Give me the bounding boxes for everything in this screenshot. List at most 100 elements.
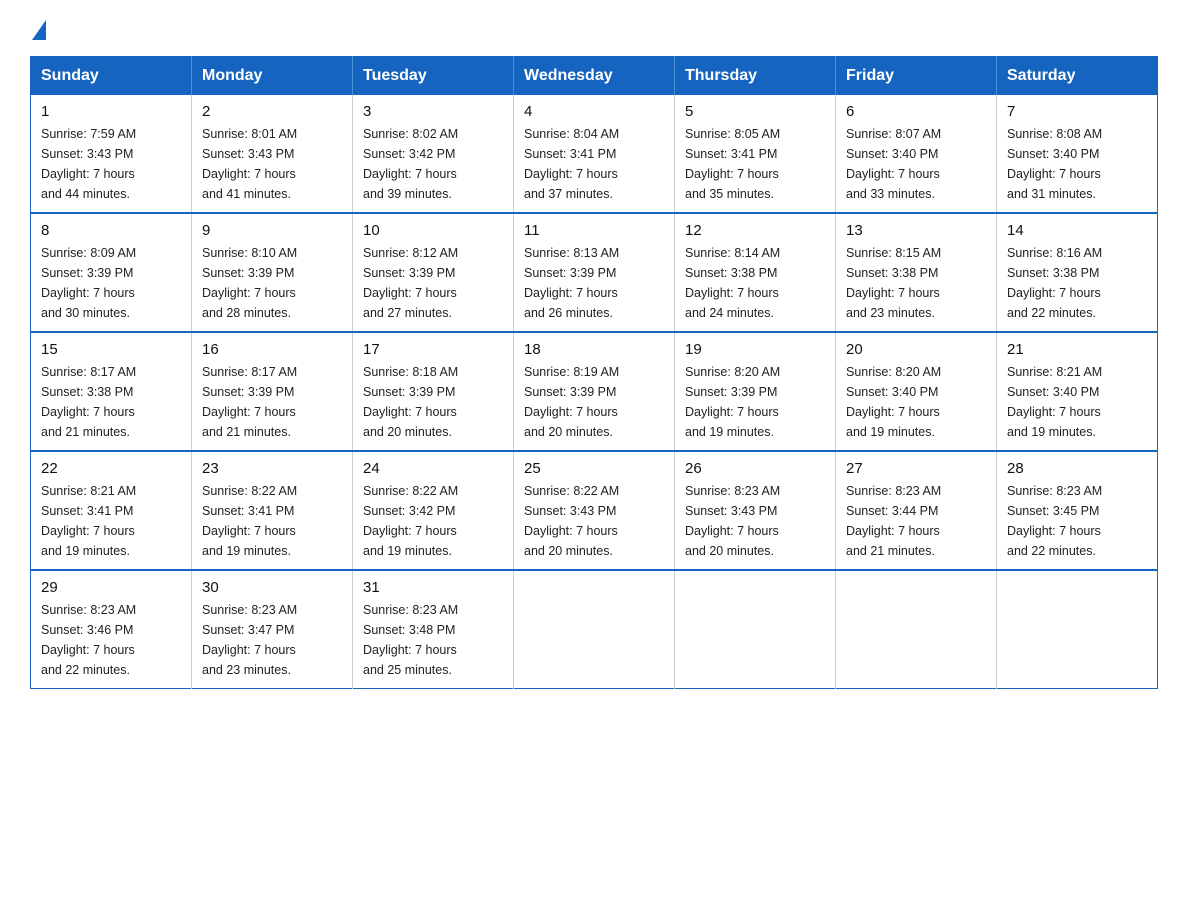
day-info: Sunrise: 8:14 AM Sunset: 3:38 PM Dayligh… [685, 243, 825, 323]
day-info: Sunrise: 8:22 AM Sunset: 3:42 PM Dayligh… [363, 481, 503, 561]
day-info: Sunrise: 8:10 AM Sunset: 3:39 PM Dayligh… [202, 243, 342, 323]
day-info: Sunrise: 8:23 AM Sunset: 3:46 PM Dayligh… [41, 600, 181, 680]
calendar-cell: 15 Sunrise: 8:17 AM Sunset: 3:38 PM Dayl… [31, 332, 192, 451]
day-info: Sunrise: 8:05 AM Sunset: 3:41 PM Dayligh… [685, 124, 825, 204]
day-number: 3 [363, 103, 503, 120]
day-info: Sunrise: 8:17 AM Sunset: 3:39 PM Dayligh… [202, 362, 342, 442]
day-number: 11 [524, 222, 664, 239]
calendar-cell: 19 Sunrise: 8:20 AM Sunset: 3:39 PM Dayl… [675, 332, 836, 451]
day-number: 25 [524, 460, 664, 477]
day-info: Sunrise: 8:07 AM Sunset: 3:40 PM Dayligh… [846, 124, 986, 204]
day-info: Sunrise: 8:22 AM Sunset: 3:41 PM Dayligh… [202, 481, 342, 561]
day-info: Sunrise: 7:59 AM Sunset: 3:43 PM Dayligh… [41, 124, 181, 204]
calendar-cell: 7 Sunrise: 8:08 AM Sunset: 3:40 PM Dayli… [997, 95, 1158, 213]
day-info: Sunrise: 8:23 AM Sunset: 3:44 PM Dayligh… [846, 481, 986, 561]
calendar-cell: 18 Sunrise: 8:19 AM Sunset: 3:39 PM Dayl… [514, 332, 675, 451]
day-info: Sunrise: 8:21 AM Sunset: 3:40 PM Dayligh… [1007, 362, 1147, 442]
logo [30, 20, 46, 38]
calendar-cell: 12 Sunrise: 8:14 AM Sunset: 3:38 PM Dayl… [675, 213, 836, 332]
day-number: 15 [41, 341, 181, 358]
calendar-cell: 27 Sunrise: 8:23 AM Sunset: 3:44 PM Dayl… [836, 451, 997, 570]
calendar-cell [997, 570, 1158, 689]
calendar-cell: 25 Sunrise: 8:22 AM Sunset: 3:43 PM Dayl… [514, 451, 675, 570]
col-header-sunday: Sunday [31, 57, 192, 96]
day-info: Sunrise: 8:21 AM Sunset: 3:41 PM Dayligh… [41, 481, 181, 561]
day-info: Sunrise: 8:08 AM Sunset: 3:40 PM Dayligh… [1007, 124, 1147, 204]
calendar-cell: 13 Sunrise: 8:15 AM Sunset: 3:38 PM Dayl… [836, 213, 997, 332]
day-info: Sunrise: 8:17 AM Sunset: 3:38 PM Dayligh… [41, 362, 181, 442]
day-number: 17 [363, 341, 503, 358]
day-number: 23 [202, 460, 342, 477]
calendar-cell: 30 Sunrise: 8:23 AM Sunset: 3:47 PM Dayl… [192, 570, 353, 689]
day-number: 2 [202, 103, 342, 120]
day-info: Sunrise: 8:20 AM Sunset: 3:40 PM Dayligh… [846, 362, 986, 442]
calendar-cell: 3 Sunrise: 8:02 AM Sunset: 3:42 PM Dayli… [353, 95, 514, 213]
day-number: 12 [685, 222, 825, 239]
calendar-cell: 8 Sunrise: 8:09 AM Sunset: 3:39 PM Dayli… [31, 213, 192, 332]
calendar-cell: 26 Sunrise: 8:23 AM Sunset: 3:43 PM Dayl… [675, 451, 836, 570]
calendar-cell: 29 Sunrise: 8:23 AM Sunset: 3:46 PM Dayl… [31, 570, 192, 689]
calendar-cell: 4 Sunrise: 8:04 AM Sunset: 3:41 PM Dayli… [514, 95, 675, 213]
logo-triangle-icon [32, 20, 46, 40]
calendar-cell: 28 Sunrise: 8:23 AM Sunset: 3:45 PM Dayl… [997, 451, 1158, 570]
day-info: Sunrise: 8:23 AM Sunset: 3:45 PM Dayligh… [1007, 481, 1147, 561]
day-number: 7 [1007, 103, 1147, 120]
day-number: 30 [202, 579, 342, 596]
day-info: Sunrise: 8:18 AM Sunset: 3:39 PM Dayligh… [363, 362, 503, 442]
day-number: 28 [1007, 460, 1147, 477]
day-info: Sunrise: 8:23 AM Sunset: 3:47 PM Dayligh… [202, 600, 342, 680]
day-number: 1 [41, 103, 181, 120]
col-header-friday: Friday [836, 57, 997, 96]
day-number: 14 [1007, 222, 1147, 239]
calendar-cell [675, 570, 836, 689]
calendar-cell: 20 Sunrise: 8:20 AM Sunset: 3:40 PM Dayl… [836, 332, 997, 451]
calendar-table: SundayMondayTuesdayWednesdayThursdayFrid… [30, 56, 1158, 689]
day-info: Sunrise: 8:01 AM Sunset: 3:43 PM Dayligh… [202, 124, 342, 204]
day-info: Sunrise: 8:23 AM Sunset: 3:43 PM Dayligh… [685, 481, 825, 561]
day-info: Sunrise: 8:23 AM Sunset: 3:48 PM Dayligh… [363, 600, 503, 680]
day-info: Sunrise: 8:13 AM Sunset: 3:39 PM Dayligh… [524, 243, 664, 323]
day-number: 6 [846, 103, 986, 120]
calendar-cell [836, 570, 997, 689]
calendar-week-row: 22 Sunrise: 8:21 AM Sunset: 3:41 PM Dayl… [31, 451, 1158, 570]
calendar-week-row: 1 Sunrise: 7:59 AM Sunset: 3:43 PM Dayli… [31, 95, 1158, 213]
day-number: 13 [846, 222, 986, 239]
day-number: 18 [524, 341, 664, 358]
day-info: Sunrise: 8:02 AM Sunset: 3:42 PM Dayligh… [363, 124, 503, 204]
calendar-cell: 5 Sunrise: 8:05 AM Sunset: 3:41 PM Dayli… [675, 95, 836, 213]
day-number: 16 [202, 341, 342, 358]
day-number: 5 [685, 103, 825, 120]
col-header-wednesday: Wednesday [514, 57, 675, 96]
calendar-cell: 2 Sunrise: 8:01 AM Sunset: 3:43 PM Dayli… [192, 95, 353, 213]
calendar-cell: 9 Sunrise: 8:10 AM Sunset: 3:39 PM Dayli… [192, 213, 353, 332]
calendar-cell: 11 Sunrise: 8:13 AM Sunset: 3:39 PM Dayl… [514, 213, 675, 332]
day-number: 22 [41, 460, 181, 477]
col-header-saturday: Saturday [997, 57, 1158, 96]
day-info: Sunrise: 8:19 AM Sunset: 3:39 PM Dayligh… [524, 362, 664, 442]
day-number: 4 [524, 103, 664, 120]
calendar-cell: 24 Sunrise: 8:22 AM Sunset: 3:42 PM Dayl… [353, 451, 514, 570]
day-info: Sunrise: 8:09 AM Sunset: 3:39 PM Dayligh… [41, 243, 181, 323]
page-header [30, 20, 1158, 38]
calendar-cell: 17 Sunrise: 8:18 AM Sunset: 3:39 PM Dayl… [353, 332, 514, 451]
day-number: 19 [685, 341, 825, 358]
calendar-cell: 22 Sunrise: 8:21 AM Sunset: 3:41 PM Dayl… [31, 451, 192, 570]
col-header-tuesday: Tuesday [353, 57, 514, 96]
day-number: 26 [685, 460, 825, 477]
day-number: 10 [363, 222, 503, 239]
day-info: Sunrise: 8:20 AM Sunset: 3:39 PM Dayligh… [685, 362, 825, 442]
day-number: 24 [363, 460, 503, 477]
calendar-cell: 16 Sunrise: 8:17 AM Sunset: 3:39 PM Dayl… [192, 332, 353, 451]
day-number: 9 [202, 222, 342, 239]
day-info: Sunrise: 8:22 AM Sunset: 3:43 PM Dayligh… [524, 481, 664, 561]
col-header-thursday: Thursday [675, 57, 836, 96]
calendar-cell: 10 Sunrise: 8:12 AM Sunset: 3:39 PM Dayl… [353, 213, 514, 332]
day-info: Sunrise: 8:04 AM Sunset: 3:41 PM Dayligh… [524, 124, 664, 204]
day-number: 21 [1007, 341, 1147, 358]
calendar-cell [514, 570, 675, 689]
calendar-cell: 23 Sunrise: 8:22 AM Sunset: 3:41 PM Dayl… [192, 451, 353, 570]
calendar-cell: 6 Sunrise: 8:07 AM Sunset: 3:40 PM Dayli… [836, 95, 997, 213]
calendar-week-row: 8 Sunrise: 8:09 AM Sunset: 3:39 PM Dayli… [31, 213, 1158, 332]
day-number: 29 [41, 579, 181, 596]
calendar-week-row: 29 Sunrise: 8:23 AM Sunset: 3:46 PM Dayl… [31, 570, 1158, 689]
